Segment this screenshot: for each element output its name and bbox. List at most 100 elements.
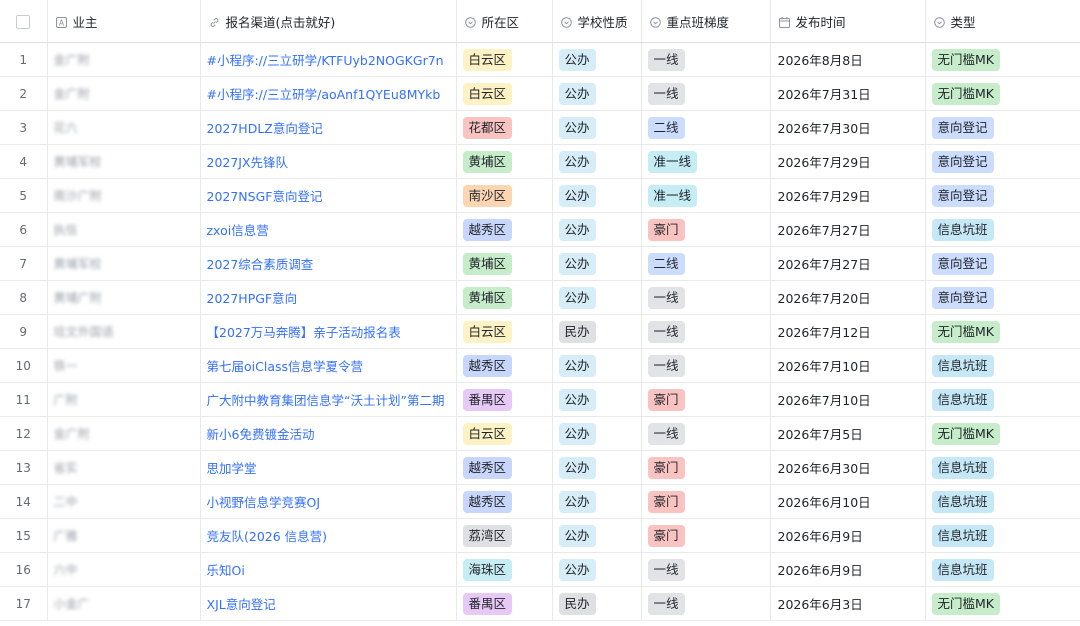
channel-link[interactable]: 2027HPGF意向 <box>207 291 298 306</box>
channel-cell[interactable]: #小程序://三立研学/aoAnf1QYEu8MYkb <box>200 76 457 111</box>
class-level-cell[interactable]: 准一线 <box>641 144 771 179</box>
table-row[interactable]: 6 执信 zxoi信息营 越秀区 公办 豪门 2026年7月27日 信息坑班 <box>0 212 1080 247</box>
column-header-school-type[interactable]: 学校性质 <box>552 0 642 43</box>
table-row[interactable]: 17 小金广 XJL意向登记 番禺区 民办 一线 2026年6月3日 无门槛MK <box>0 586 1080 621</box>
category-cell[interactable]: 无门槛MK <box>925 314 1080 349</box>
publish-date-cell[interactable]: 2026年7月10日 <box>770 382 926 417</box>
publish-date-cell[interactable]: 2026年7月30日 <box>770 110 926 145</box>
channel-link[interactable]: #小程序://三立研学/KTFUyb2NOGKGr7n <box>207 53 444 68</box>
publish-date-cell[interactable]: 2026年7月29日 <box>770 178 926 213</box>
class-level-cell[interactable]: 一线 <box>641 586 771 621</box>
school-type-cell[interactable]: 公办 <box>552 110 642 145</box>
class-level-cell[interactable]: 一线 <box>641 280 771 315</box>
district-cell[interactable]: 越秀区 <box>456 484 553 519</box>
owner-cell[interactable]: 南沙广附 <box>47 178 201 213</box>
channel-link[interactable]: 竞友队(2026 信息营) <box>207 529 328 544</box>
channel-cell[interactable]: #小程序://三立研学/KTFUyb2NOGKGr7n <box>200 42 457 77</box>
school-type-cell[interactable]: 公办 <box>552 212 642 247</box>
channel-link[interactable]: 小视野信息学竞赛OJ <box>207 495 321 510</box>
category-cell[interactable]: 信息坑班 <box>925 348 1080 383</box>
school-type-cell[interactable]: 公办 <box>552 416 642 451</box>
district-cell[interactable]: 黄埔区 <box>456 280 553 315</box>
class-level-cell[interactable]: 二线 <box>641 246 771 281</box>
table-row[interactable]: 5 南沙广附 2027NSGF意向登记 南沙区 公办 准一线 2026年7月29日 意向登记 <box>0 178 1080 213</box>
class-level-cell[interactable]: 豪门 <box>641 518 771 553</box>
channel-cell[interactable]: 2027NSGF意向登记 <box>200 178 457 213</box>
table-row[interactable]: 15 广雅 竞友队(2026 信息营) 荔湾区 公办 豪门 2026年6月9日 信息坑班 <box>0 518 1080 553</box>
channel-link[interactable]: XJL意向登记 <box>207 597 276 612</box>
select-all-cell[interactable] <box>0 0 48 43</box>
channel-link[interactable]: 乐知Oi <box>207 563 245 578</box>
publish-date-cell[interactable]: 2026年6月3日 <box>770 586 926 621</box>
channel-cell[interactable]: 新小6免费镀金活动 <box>200 416 457 451</box>
class-level-cell[interactable]: 一线 <box>641 314 771 349</box>
channel-cell[interactable]: 乐知Oi <box>200 552 457 587</box>
publish-date-cell[interactable]: 2026年6月30日 <box>770 450 926 485</box>
district-cell[interactable]: 南沙区 <box>456 178 553 213</box>
publish-date-cell[interactable]: 2026年7月10日 <box>770 348 926 383</box>
owner-cell[interactable]: 黄埔军校 <box>47 246 201 281</box>
channel-link[interactable]: 2027综合素质调查 <box>207 257 314 272</box>
channel-cell[interactable]: 小视野信息学竞赛OJ <box>200 484 457 519</box>
channel-cell[interactable]: zxoi信息营 <box>200 212 457 247</box>
school-type-cell[interactable]: 民办 <box>552 314 642 349</box>
channel-link[interactable]: 广大附中教育集团信息学“沃土计划”第二期 <box>207 393 445 408</box>
category-cell[interactable]: 信息坑班 <box>925 450 1080 485</box>
district-cell[interactable]: 越秀区 <box>456 450 553 485</box>
table-row[interactable]: 8 黄埔广附 2027HPGF意向 黄埔区 公办 一线 2026年7月20日 意向登记 <box>0 280 1080 315</box>
school-type-cell[interactable]: 公办 <box>552 348 642 383</box>
channel-link[interactable]: 【2027万马奔腾】亲子活动报名表 <box>207 325 401 340</box>
category-cell[interactable]: 无门槛MK <box>925 76 1080 111</box>
category-cell[interactable]: 意向登记 <box>925 178 1080 213</box>
table-row[interactable]: 2 金广附 #小程序://三立研学/aoAnf1QYEu8MYkb 白云区 公办 一线 20… <box>0 76 1080 111</box>
class-level-cell[interactable]: 二线 <box>641 110 771 145</box>
channel-link[interactable]: 新小6免费镀金活动 <box>207 427 315 442</box>
table-row[interactable]: 9 培文外国语 【2027万马奔腾】亲子活动报名表 白云区 民办 一线 2026年7月12日… <box>0 314 1080 349</box>
owner-cell[interactable]: 六中 <box>47 552 201 587</box>
class-level-cell[interactable]: 豪门 <box>641 212 771 247</box>
owner-cell[interactable]: 金广附 <box>47 42 201 77</box>
category-cell[interactable]: 意向登记 <box>925 280 1080 315</box>
owner-cell[interactable]: 花六 <box>47 110 201 145</box>
school-type-cell[interactable]: 公办 <box>552 280 642 315</box>
school-type-cell[interactable]: 民办 <box>552 586 642 621</box>
owner-cell[interactable]: 执信 <box>47 212 201 247</box>
school-type-cell[interactable]: 公办 <box>552 42 642 77</box>
publish-date-cell[interactable]: 2026年7月5日 <box>770 416 926 451</box>
owner-cell[interactable]: 铁一 <box>47 348 201 383</box>
column-header-category[interactable]: 类型 <box>925 0 1080 43</box>
channel-cell[interactable]: 第七届oiClass信息学夏令营 <box>200 348 457 383</box>
channel-cell[interactable]: 2027JX先锋队 <box>200 144 457 179</box>
district-cell[interactable]: 白云区 <box>456 314 553 349</box>
column-header-owner[interactable]: A 业主 <box>47 0 201 43</box>
class-level-cell[interactable]: 一线 <box>641 42 771 77</box>
publish-date-cell[interactable]: 2026年7月27日 <box>770 212 926 247</box>
publish-date-cell[interactable]: 2026年6月10日 <box>770 484 926 519</box>
category-cell[interactable]: 无门槛MK <box>925 416 1080 451</box>
column-header-class-level[interactable]: 重点班梯度 <box>641 0 771 43</box>
table-row[interactable]: 7 黄埔军校 2027综合素质调查 黄埔区 公办 二线 2026年7月27日 意向登记 <box>0 246 1080 281</box>
category-cell[interactable]: 意向登记 <box>925 110 1080 145</box>
category-cell[interactable]: 信息坑班 <box>925 382 1080 417</box>
publish-date-cell[interactable]: 2026年7月27日 <box>770 246 926 281</box>
district-cell[interactable]: 越秀区 <box>456 348 553 383</box>
school-type-cell[interactable]: 公办 <box>552 518 642 553</box>
class-level-cell[interactable]: 豪门 <box>641 484 771 519</box>
school-type-cell[interactable]: 公办 <box>552 484 642 519</box>
category-cell[interactable]: 信息坑班 <box>925 552 1080 587</box>
class-level-cell[interactable]: 一线 <box>641 76 771 111</box>
category-cell[interactable]: 意向登记 <box>925 144 1080 179</box>
category-cell[interactable]: 信息坑班 <box>925 484 1080 519</box>
owner-cell[interactable]: 广雅 <box>47 518 201 553</box>
owner-cell[interactable]: 培文外国语 <box>47 314 201 349</box>
channel-cell[interactable]: 2027HDLZ意向登记 <box>200 110 457 145</box>
school-type-cell[interactable]: 公办 <box>552 246 642 281</box>
owner-cell[interactable]: 黄埔军校 <box>47 144 201 179</box>
owner-cell[interactable]: 省实 <box>47 450 201 485</box>
channel-link[interactable]: 思加学堂 <box>207 461 257 476</box>
school-type-cell[interactable]: 公办 <box>552 144 642 179</box>
table-row[interactable]: 16 六中 乐知Oi 海珠区 公办 一线 2026年6月9日 信息坑班 <box>0 552 1080 587</box>
channel-cell[interactable]: XJL意向登记 <box>200 586 457 621</box>
table-row[interactable]: 13 省实 思加学堂 越秀区 公办 豪门 2026年6月30日 信息坑班 <box>0 450 1080 485</box>
table-row[interactable]: 11 广附 广大附中教育集团信息学“沃土计划”第二期 番禺区 公办 豪门 2026年7月10… <box>0 382 1080 417</box>
